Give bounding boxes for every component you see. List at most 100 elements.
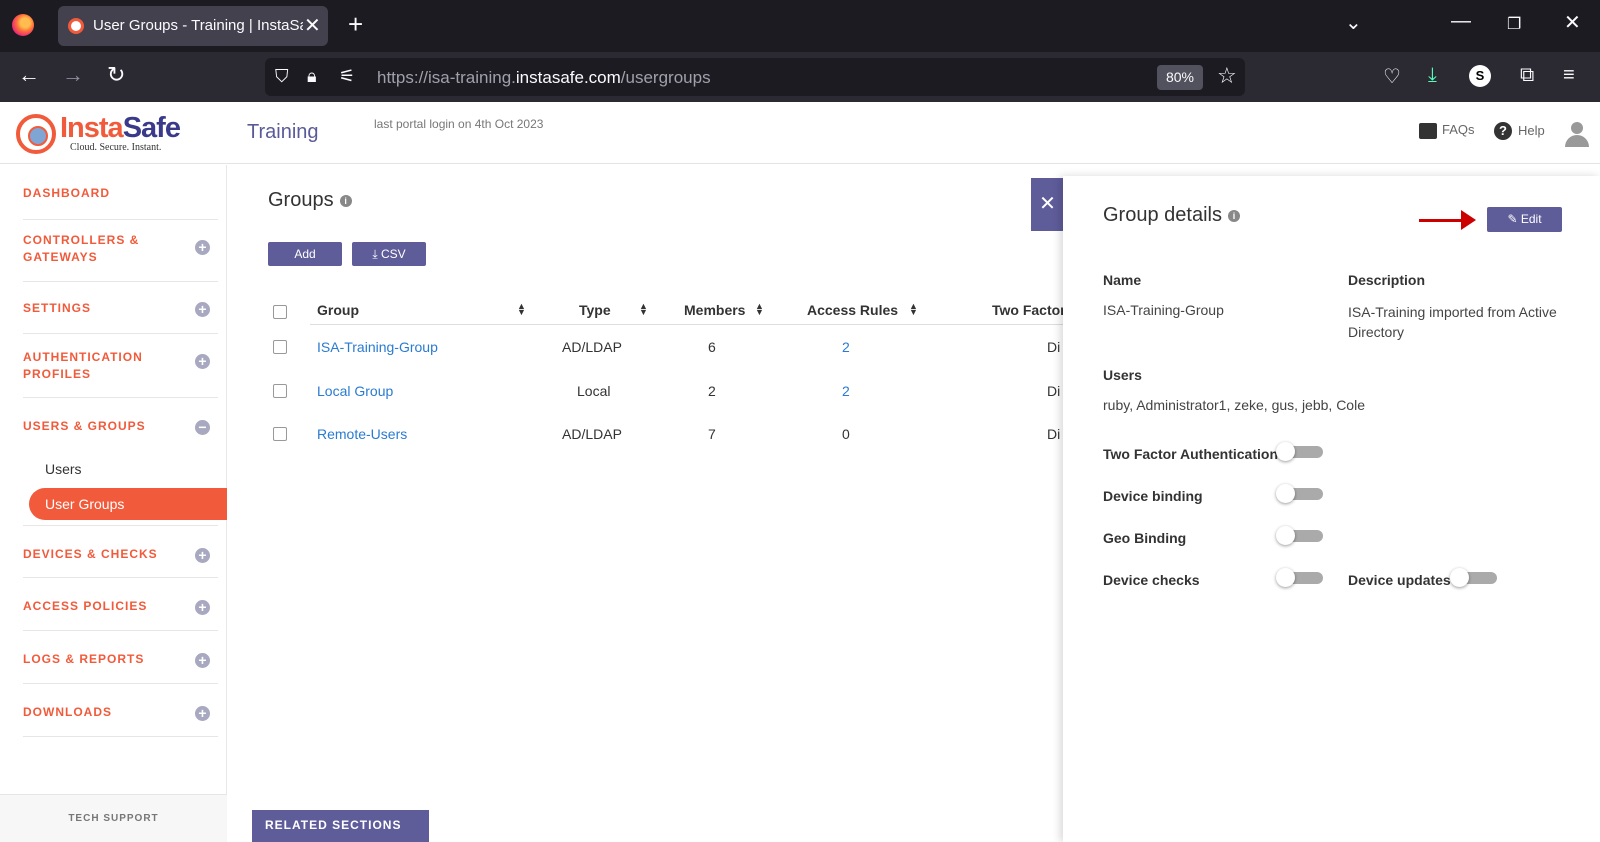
sort-icon[interactable]: ▲ ▼ [517,302,526,317]
sidebar-subitem-users[interactable]: Users [45,461,82,477]
bookmark-star-icon[interactable]: ☆ [1217,63,1237,89]
description-label: Description [1348,272,1426,288]
device-updates-toggle[interactable] [1450,568,1497,587]
sidebar-subitem-user-groups[interactable]: User Groups [29,488,227,520]
minimize-icon[interactable]: — [1451,10,1471,33]
tech-support-link[interactable]: TECH SUPPORT [0,794,227,842]
sort-icon[interactable]: ▲ ▼ [639,302,648,317]
sidebar-item-access-policies[interactable]: ACCESS POLICIES + [23,578,218,631]
row-checkbox[interactable] [273,384,287,398]
tab-title: User Groups - Training | InstaSafe [93,17,303,34]
geo-binding-toggle[interactable] [1276,526,1323,545]
instasafe-logo[interactable]: InstaSafe Cloud. Secure. Instant. [16,112,181,156]
column-header-members[interactable]: Members [684,302,745,318]
firefox-icon[interactable] [12,14,34,36]
sidebar-item-downloads[interactable]: DOWNLOADS + [23,684,218,737]
group-type: Local [577,383,611,399]
pencil-icon: ✎ [1507,212,1521,226]
logo-tagline: Cloud. Secure. Instant. [70,142,162,153]
portal-name: Training [247,121,319,143]
lock-icon[interactable]: 🔒︎ [307,66,317,87]
group-type: AD/LDAP [562,339,622,355]
info-icon[interactable]: i [339,194,352,207]
expand-plus-icon[interactable]: + [195,706,210,721]
two-factor-status: Di [1047,383,1061,399]
info-icon[interactable]: i [1227,209,1240,222]
close-panel-button[interactable]: ✕ [1031,178,1064,231]
permissions-icon[interactable]: ⚟ [339,66,355,87]
sidebar-item-settings[interactable]: SETTINGS + [23,282,218,334]
row-checkbox[interactable] [273,340,287,354]
page-title: Groups i [268,189,352,212]
name-value: ISA-Training-Group [1103,302,1224,318]
browser-nav-bar: ← → ↻ ⛉ 🔒︎ ⚟ https://isa-training.instas… [0,52,1600,102]
group-link[interactable]: ISA-Training-Group [317,339,438,355]
column-header-type[interactable]: Type [579,302,611,318]
help-link[interactable]: ? Help [1494,122,1545,140]
geo-binding-label: Geo Binding [1103,530,1187,546]
browser-tab[interactable]: User Groups - Training | InstaSafe ✕ [58,6,328,46]
group-link[interactable]: Local Group [317,383,393,399]
add-group-button[interactable]: Add [268,242,342,266]
new-tab-icon[interactable]: + [348,9,363,40]
instasafe-favicon-icon [68,18,84,34]
device-checks-toggle[interactable] [1276,568,1323,587]
downloads-icon[interactable]: ⤓ [1428,64,1437,87]
restore-icon[interactable]: ❐ [1507,14,1521,34]
expand-plus-icon[interactable]: + [195,302,210,317]
faqs-link[interactable]: FAQs [1419,122,1475,139]
zoom-level[interactable]: 80% [1157,65,1203,90]
csv-download-button[interactable]: ⤓ CSV [352,242,426,266]
two-factor-toggle[interactable] [1276,442,1323,461]
sidebar-item-devices-checks[interactable]: DEVICES & CHECKS + [23,526,218,578]
device-checks-label: Device checks [1103,572,1200,588]
chat-icon [1419,122,1437,139]
group-details-panel: Group details i ✎ Edit Name ISA-Training-… [1063,176,1600,842]
expand-plus-icon[interactable]: + [195,548,210,563]
profile-avatar[interactable]: S [1469,65,1491,87]
access-rules-link[interactable]: 2 [842,339,850,355]
annotation-arrow [1419,219,1463,222]
extensions-icon[interactable]: ⧉ [1520,64,1534,87]
sort-icon[interactable]: ▲ ▼ [909,302,918,317]
shield-icon[interactable]: ⛉ [275,66,289,87]
column-header-access-rules[interactable]: Access Rules [807,302,898,318]
browser-tab-bar: User Groups - Training | InstaSafe ✕ + ⌄… [0,0,1600,52]
window-close-icon[interactable]: ✕ [1564,10,1581,35]
expand-plus-icon[interactable]: + [195,653,210,668]
sidebar-item-authentication-profiles[interactable]: AUTHENTICATION PROFILES + [23,334,218,398]
expand-plus-icon[interactable]: + [195,240,210,255]
sort-icon[interactable]: ▲ ▼ [755,302,764,317]
forward-icon[interactable]: → [62,62,84,88]
url-bar[interactable]: ⛉ 🔒︎ ⚟ https://isa-training.instasafe.co… [265,58,1245,96]
group-members: 7 [708,426,716,442]
group-link[interactable]: Remote-Users [317,426,407,442]
collapse-minus-icon[interactable]: − [195,420,210,435]
select-all-checkbox[interactable] [273,305,287,319]
url-text[interactable]: https://isa-training.instasafe.com/userg… [377,68,711,88]
expand-plus-icon[interactable]: + [195,354,210,369]
tab-list-chevron-icon[interactable]: ⌄ [1345,10,1362,35]
row-checkbox[interactable] [273,427,287,441]
expand-plus-icon[interactable]: + [195,600,210,615]
device-updates-label: Device updates [1348,572,1451,588]
access-rules-link[interactable]: 2 [842,383,850,399]
pocket-icon[interactable]: ♡ [1383,64,1401,89]
logo-word: InstaSafe [60,112,181,144]
tab-close-icon[interactable]: ✕ [304,13,321,38]
column-header-two-factor[interactable]: Two Factor [992,302,1066,318]
edit-button[interactable]: ✎ Edit [1487,207,1562,232]
reload-icon[interactable]: ↻ [107,62,125,88]
column-header-group[interactable]: Group [317,302,359,318]
sidebar-item-dashboard[interactable]: DASHBOARD [23,180,218,220]
user-avatar-icon[interactable] [1564,122,1590,148]
related-sections-tab[interactable]: RELATED SECTIONS [252,810,429,842]
back-icon[interactable]: ← [18,62,40,88]
two-factor-status: Di [1047,339,1061,355]
sidebar-item-logs-reports[interactable]: LOGS & REPORTS + [23,631,218,684]
sidebar-item-controllers-gateways[interactable]: CONTROLLERS & GATEWAYS + [23,220,218,282]
device-binding-toggle[interactable] [1276,484,1323,503]
menu-icon[interactable]: ≡ [1563,64,1575,87]
annotation-arrow-head [1461,210,1476,230]
two-factor-status: Di [1047,426,1061,442]
